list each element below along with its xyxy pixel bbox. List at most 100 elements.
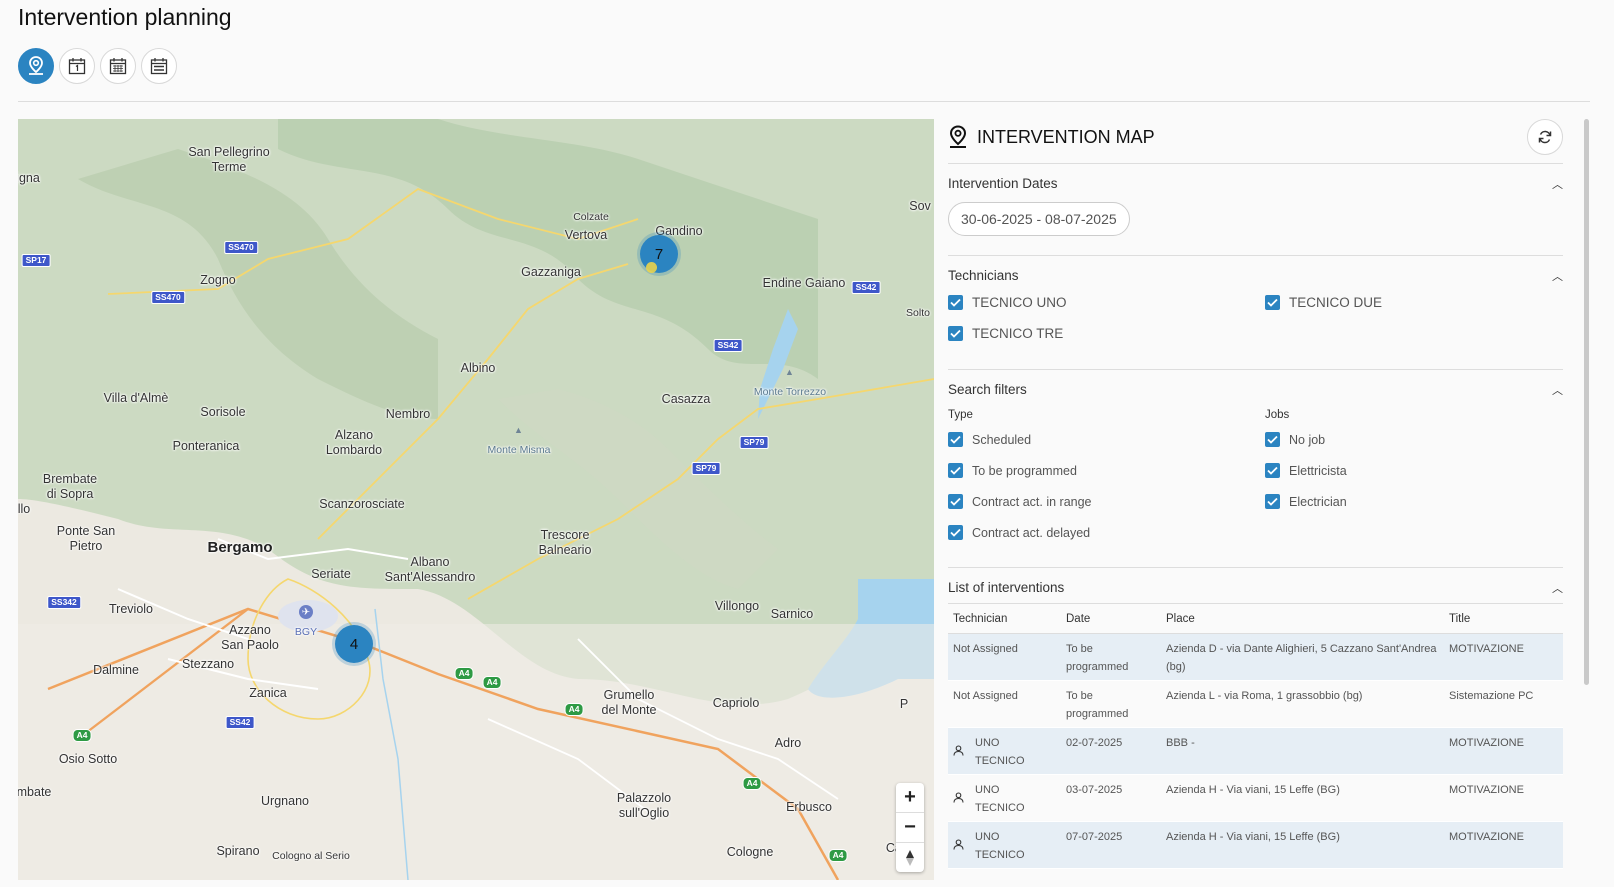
villa-dalme-label: Villa d'Almè [103,391,169,405]
gazzaniga-label: Gazzaniga [521,265,581,279]
checkbox-checked-icon[interactable] [1265,295,1280,310]
compass-button[interactable] [896,843,924,872]
zoom-out-button[interactable]: − [896,813,924,843]
date-cell: 03-07-2025 [1061,774,1161,822]
technicians-section-title[interactable]: Technicians [948,268,1019,283]
colzate-label: Colzate [573,211,609,223]
cologno-label: Cologno al Serio [272,850,350,862]
road-shield: A4 [564,703,584,716]
dates-section-title[interactable]: Intervention Dates [948,176,1058,191]
checkbox-checked-icon[interactable] [948,525,963,540]
chevron-up-icon[interactable]: ︿ [1552,382,1563,398]
road-shield: SS42 [713,339,743,352]
job-filter-checkbox[interactable]: No job [1265,432,1325,447]
type-filter-checkbox[interactable]: Contract act. in range [948,494,1092,509]
interventions-table: Technician Date Place Title Not Assigned… [948,605,1563,869]
zoom-in-button[interactable]: + [896,783,924,813]
section-divider [948,567,1563,568]
column-header[interactable]: Date [1061,605,1161,634]
location-marker[interactable] [646,262,657,273]
technician-checkbox[interactable]: TECNICO TRE [948,326,1063,341]
igna-label: igna [18,171,40,185]
ponteranica-label: Ponteranica [172,439,240,453]
filters-section-title[interactable]: Search filters [948,382,1027,397]
type-filter-checkbox[interactable]: To be programmed [948,463,1077,478]
table-row[interactable]: Not Assigned To be programmed Azienda L … [948,680,1563,728]
checkbox-checked-icon[interactable] [1265,432,1280,447]
place-cell: BBB - [1161,727,1444,775]
checkbox-checked-icon[interactable] [948,432,963,447]
compass-icon [906,849,914,866]
column-header[interactable]: Title [1444,605,1563,634]
job-filter-checkbox[interactable]: Elettricista [1265,463,1347,478]
checkbox-checked-icon[interactable] [948,295,963,310]
checkbox-checked-icon[interactable] [1265,463,1280,478]
checkbox-checked-icon[interactable] [1265,494,1280,509]
page-title: Intervention planning [18,4,232,30]
table-row[interactable]: UNO TECNICO 02-07-2025 BBB - MOTIVAZIONE [948,727,1563,775]
checkbox-checked-icon[interactable] [948,494,963,509]
title-cell: MOTIVAZIONE [1444,774,1563,822]
date-cell: To be programmed [1061,633,1161,681]
place-cell: Azienda H - Via viani, 15 Leffe (BG) [1161,821,1444,869]
technician-checkbox[interactable]: TECNICO UNO [948,295,1067,310]
calendar-year-icon [150,58,168,75]
filter-label: No job [1289,432,1326,447]
map-view-button[interactable] [18,48,54,84]
road-shield: SP17 [21,254,51,267]
treviolo-label: Treviolo [109,602,153,616]
place-cell: Azienda H - Via viani, 15 Leffe (BG) [1161,774,1444,822]
scanzorosciate-label: Scanzorosciate [319,497,405,511]
place-label: San Pellegrino Terme [188,145,269,175]
section-divider [948,369,1563,370]
checkbox-checked-icon[interactable] [948,326,963,341]
road-shield: SP79 [739,436,769,449]
airport-icon: ✈ [299,605,313,619]
user-icon [953,734,975,770]
section-divider [948,255,1563,256]
list-section-title[interactable]: List of interventions [948,580,1064,595]
road-shield: SS42 [225,716,255,729]
marker-cluster[interactable]: 4 [335,625,373,663]
filter-label: Electrician [1289,494,1347,509]
technician-label: TECNICO TRE [972,326,1064,341]
intervention-map[interactable]: San Pellegrino Terme igna Zogno Villa d'… [18,119,934,880]
toolbar-divider [18,101,1590,102]
view-toolbar [18,48,177,84]
villongo-label: Villongo [714,599,760,613]
road-shield: SS342 [47,596,81,609]
zoom-control: + − [896,783,924,872]
table-row[interactable]: Not Assigned To be programmed Azienda D … [948,633,1563,681]
day-view-button[interactable] [59,48,95,84]
technician-label: TECNICO DUE [1289,295,1383,310]
type-filter-checkbox[interactable]: Contract act. delayed [948,525,1090,540]
year-view-button[interactable] [141,48,177,84]
technician-cell: UNO TECNICO [948,774,1061,822]
chevron-up-icon[interactable]: ︿ [1552,176,1563,192]
checkbox-checked-icon[interactable] [948,463,963,478]
table-row[interactable]: UNO TECNICO 03-07-2025 Azienda H - Via v… [948,774,1563,822]
type-filter-checkbox[interactable]: Scheduled [948,432,1031,447]
chevron-up-icon[interactable]: ︿ [1552,268,1563,284]
spirano-label: Spirano [216,844,260,858]
column-header[interactable]: Place [1161,605,1444,634]
column-header[interactable]: Technician [948,605,1061,634]
job-filter-checkbox[interactable]: Electrician [1265,494,1347,509]
technician-checkbox[interactable]: TECNICO DUE [1265,295,1382,310]
technician-cell: Not Assigned [948,680,1061,728]
chevron-up-icon[interactable]: ︿ [1552,580,1563,596]
technician-name: UNO TECNICO [975,737,1025,767]
erbusco-label: Erbusco [786,800,832,814]
sov-label: Sov [909,199,931,213]
user-icon [953,781,975,817]
panel-header: INTERVENTION MAP [948,119,1563,163]
table-row[interactable]: UNO TECNICO 07-07-2025 Azienda H - Via v… [948,821,1563,869]
refresh-button[interactable] [1527,119,1563,155]
grumello-label: Grumello del Monte [601,688,657,717]
zogno-label: Zogno [200,273,236,287]
date-range-input[interactable]: 30-06-2025 - 08-07-2025 [948,202,1130,236]
title-cell: Sistemazione PC [1444,680,1563,728]
peak-icon: ▲ [785,367,794,377]
month-view-button[interactable] [100,48,136,84]
panel-scrollbar[interactable] [1584,119,1589,685]
